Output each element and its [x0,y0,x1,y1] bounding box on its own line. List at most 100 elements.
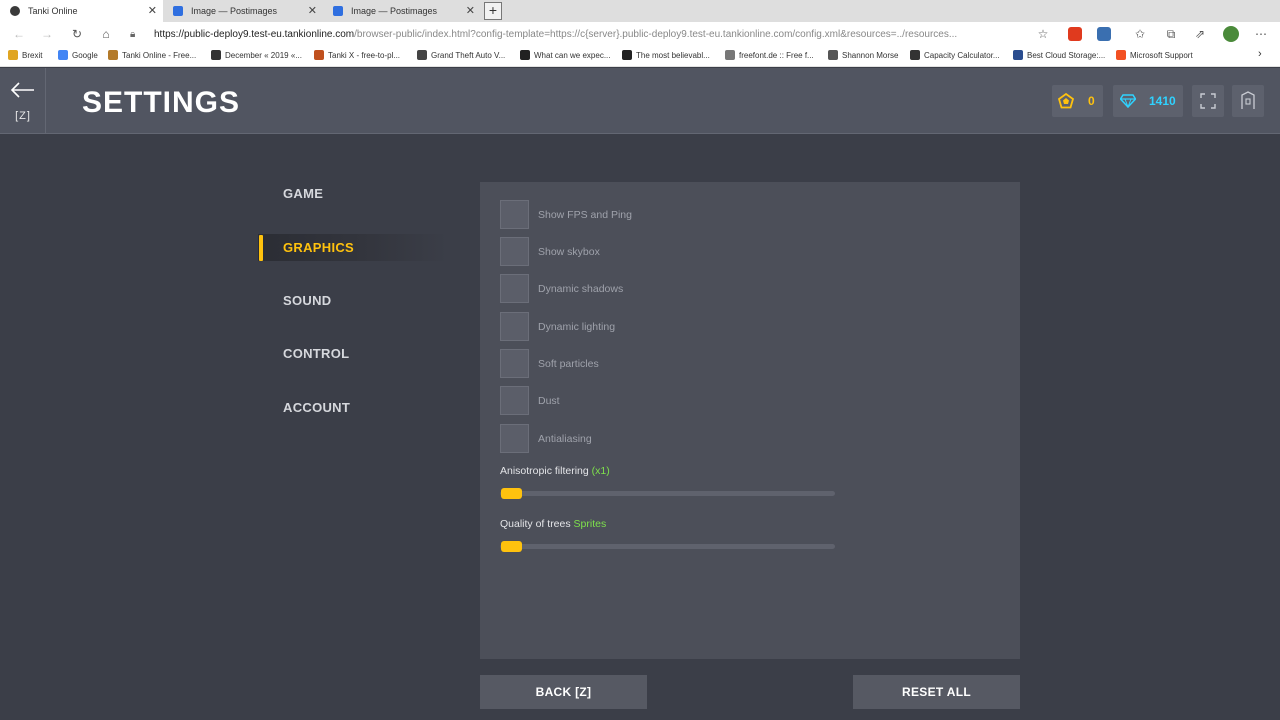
forward-arrow-icon[interactable]: → [38,25,56,43]
browser-tab-strip: Tanki Online ✕ Image — Postimages ✕ Imag… [0,0,1280,22]
reset-all-button[interactable]: RESET ALL [853,675,1020,709]
option-antialiasing[interactable]: Antialiasing [500,424,800,453]
bookmark-label: Microsoft Support [1130,50,1193,60]
anisotropic-filtering-label: Anisotropic filtering (x1) [500,465,610,477]
bookmark-label: December « 2019 «... [225,50,302,60]
option-show-skybox[interactable]: Show skybox [500,237,800,266]
back-button[interactable]: [Z] [0,68,46,134]
bookmark-item[interactable]: Google [58,50,98,60]
tree-quality-handle[interactable] [501,541,522,552]
close-tab-icon[interactable]: ✕ [466,4,475,17]
menu-item-game[interactable]: GAME [283,186,323,201]
option-label: Antialiasing [538,432,592,445]
tab-title: Image — Postimages [351,6,438,16]
home-icon[interactable]: ⌂ [97,25,115,43]
back-arrow-icon [10,82,34,98]
gold-box-counter[interactable]: 0 [1052,85,1103,117]
tab-postimages-2[interactable]: Image — Postimages ✕ [323,0,481,22]
url-path: /browser-public/index.html?config-templa… [354,28,958,40]
fullscreen-icon [1200,93,1216,109]
profile-avatar-icon[interactable] [1223,26,1239,42]
tree-quality-track[interactable] [500,544,835,549]
extension-icon[interactable] [1097,27,1111,41]
back-key-hint: [Z] [15,110,31,122]
bookmark-item[interactable]: Tanki Online - Free... [108,50,196,60]
anisotropic-filtering-track[interactable] [500,491,835,496]
bookmark-item[interactable]: December « 2019 «... [211,50,302,60]
more-menu-icon[interactable]: ⋯ [1252,25,1270,43]
bookmark-favicon-icon [910,50,920,60]
checkbox[interactable] [500,312,529,341]
option-label: Dynamic lighting [538,320,616,333]
share-icon[interactable]: ⇗ [1191,25,1209,43]
bookmark-favicon-icon [58,50,68,60]
bookmark-favicon-icon [520,50,530,60]
option-dynamic-shadows[interactable]: Dynamic shadows [500,274,800,303]
gold-pentagon-icon [1058,93,1074,109]
option-soft-particles[interactable]: Soft particles [500,349,800,378]
favorites-icon[interactable]: ✩ [1131,25,1149,43]
bookmark-item[interactable]: Brexit [8,50,42,60]
checkbox[interactable] [500,386,529,415]
bookmark-favicon-icon [622,50,632,60]
game-header: [Z] SETTINGS 0 1410 [0,68,1280,134]
crystals-value: 1410 [1149,94,1176,108]
lock-icon: 🔒︎ [130,28,136,40]
bookmark-label: Best Cloud Storage:... [1027,50,1106,60]
slider-value: Sprites [573,518,607,530]
collections-icon[interactable]: ⧉ [1162,25,1180,43]
bookmark-favicon-icon [211,50,221,60]
bookmark-item[interactable]: The most believabl... [622,50,710,60]
checkbox[interactable] [500,349,529,378]
tab-postimages-1[interactable]: Image — Postimages ✕ [163,0,323,22]
bookmark-label: Shannon Morse [842,50,899,60]
tab-title: Tanki Online [28,6,78,16]
bookmark-item[interactable]: Shannon Morse [828,50,898,60]
option-label: Dynamic shadows [538,282,624,295]
crystals-counter[interactable]: 1410 [1113,85,1183,117]
bookmark-item[interactable]: Capacity Calculator... [910,50,1000,60]
bookmark-item[interactable]: What can we expec... [520,50,610,60]
page-title: SETTINGS [82,86,241,119]
tree-quality-label: Quality of trees Sprites [500,518,606,530]
anisotropic-filtering-handle[interactable] [501,488,522,499]
crystal-icon [1120,94,1136,108]
checkbox[interactable] [500,274,529,303]
close-tab-icon[interactable]: ✕ [148,4,157,17]
star-icon[interactable]: ☆ [1034,25,1052,43]
option-label: Show FPS and Ping [538,208,632,221]
menu-item-account[interactable]: ACCOUNT [283,400,350,415]
chevron-right-icon[interactable]: › [1258,48,1262,60]
back-arrow-icon[interactable]: ← [10,25,28,43]
bookmark-label: Grand Theft Auto V... [431,50,506,60]
tab-title: Image — Postimages [191,6,278,16]
bookmark-item[interactable]: freefont.de :: Free f... [725,50,814,60]
bookmark-item[interactable]: Microsoft Support [1116,50,1193,60]
checkbox[interactable] [500,424,529,453]
bookmark-item[interactable]: Grand Theft Auto V... [417,50,505,60]
menu-item-sound[interactable]: SOUND [283,293,331,308]
bookmark-item[interactable]: Tanki X - free-to-pl... [314,50,400,60]
url-field[interactable]: 🔒︎ https://public-deploy9.test-eu.tankio… [130,24,1056,44]
gold-value: 0 [1088,94,1095,108]
tab-tanki-online[interactable]: Tanki Online ✕ [0,0,163,22]
tanki-favicon-icon [10,6,20,16]
exit-button[interactable] [1232,85,1264,117]
bookmark-favicon-icon [725,50,735,60]
option-show-fps[interactable]: Show FPS and Ping [500,200,800,229]
bookmark-item[interactable]: Best Cloud Storage:... [1013,50,1105,60]
checkbox[interactable] [500,200,529,229]
close-tab-icon[interactable]: ✕ [308,4,317,17]
new-tab-button[interactable]: + [484,2,502,20]
slider-value: (x1) [591,465,610,477]
office-extension-icon[interactable] [1068,27,1082,41]
postimages-favicon-icon [173,6,183,16]
checkbox[interactable] [500,237,529,266]
back-button-footer[interactable]: BACK [Z] [480,675,647,709]
option-dust[interactable]: Dust [500,386,800,415]
reload-icon[interactable]: ↻ [68,25,86,43]
menu-item-graphics[interactable]: GRAPHICS [283,240,354,255]
option-dynamic-lighting[interactable]: Dynamic lighting [500,312,800,341]
menu-item-control[interactable]: CONTROL [283,346,349,361]
fullscreen-button[interactable] [1192,85,1224,117]
